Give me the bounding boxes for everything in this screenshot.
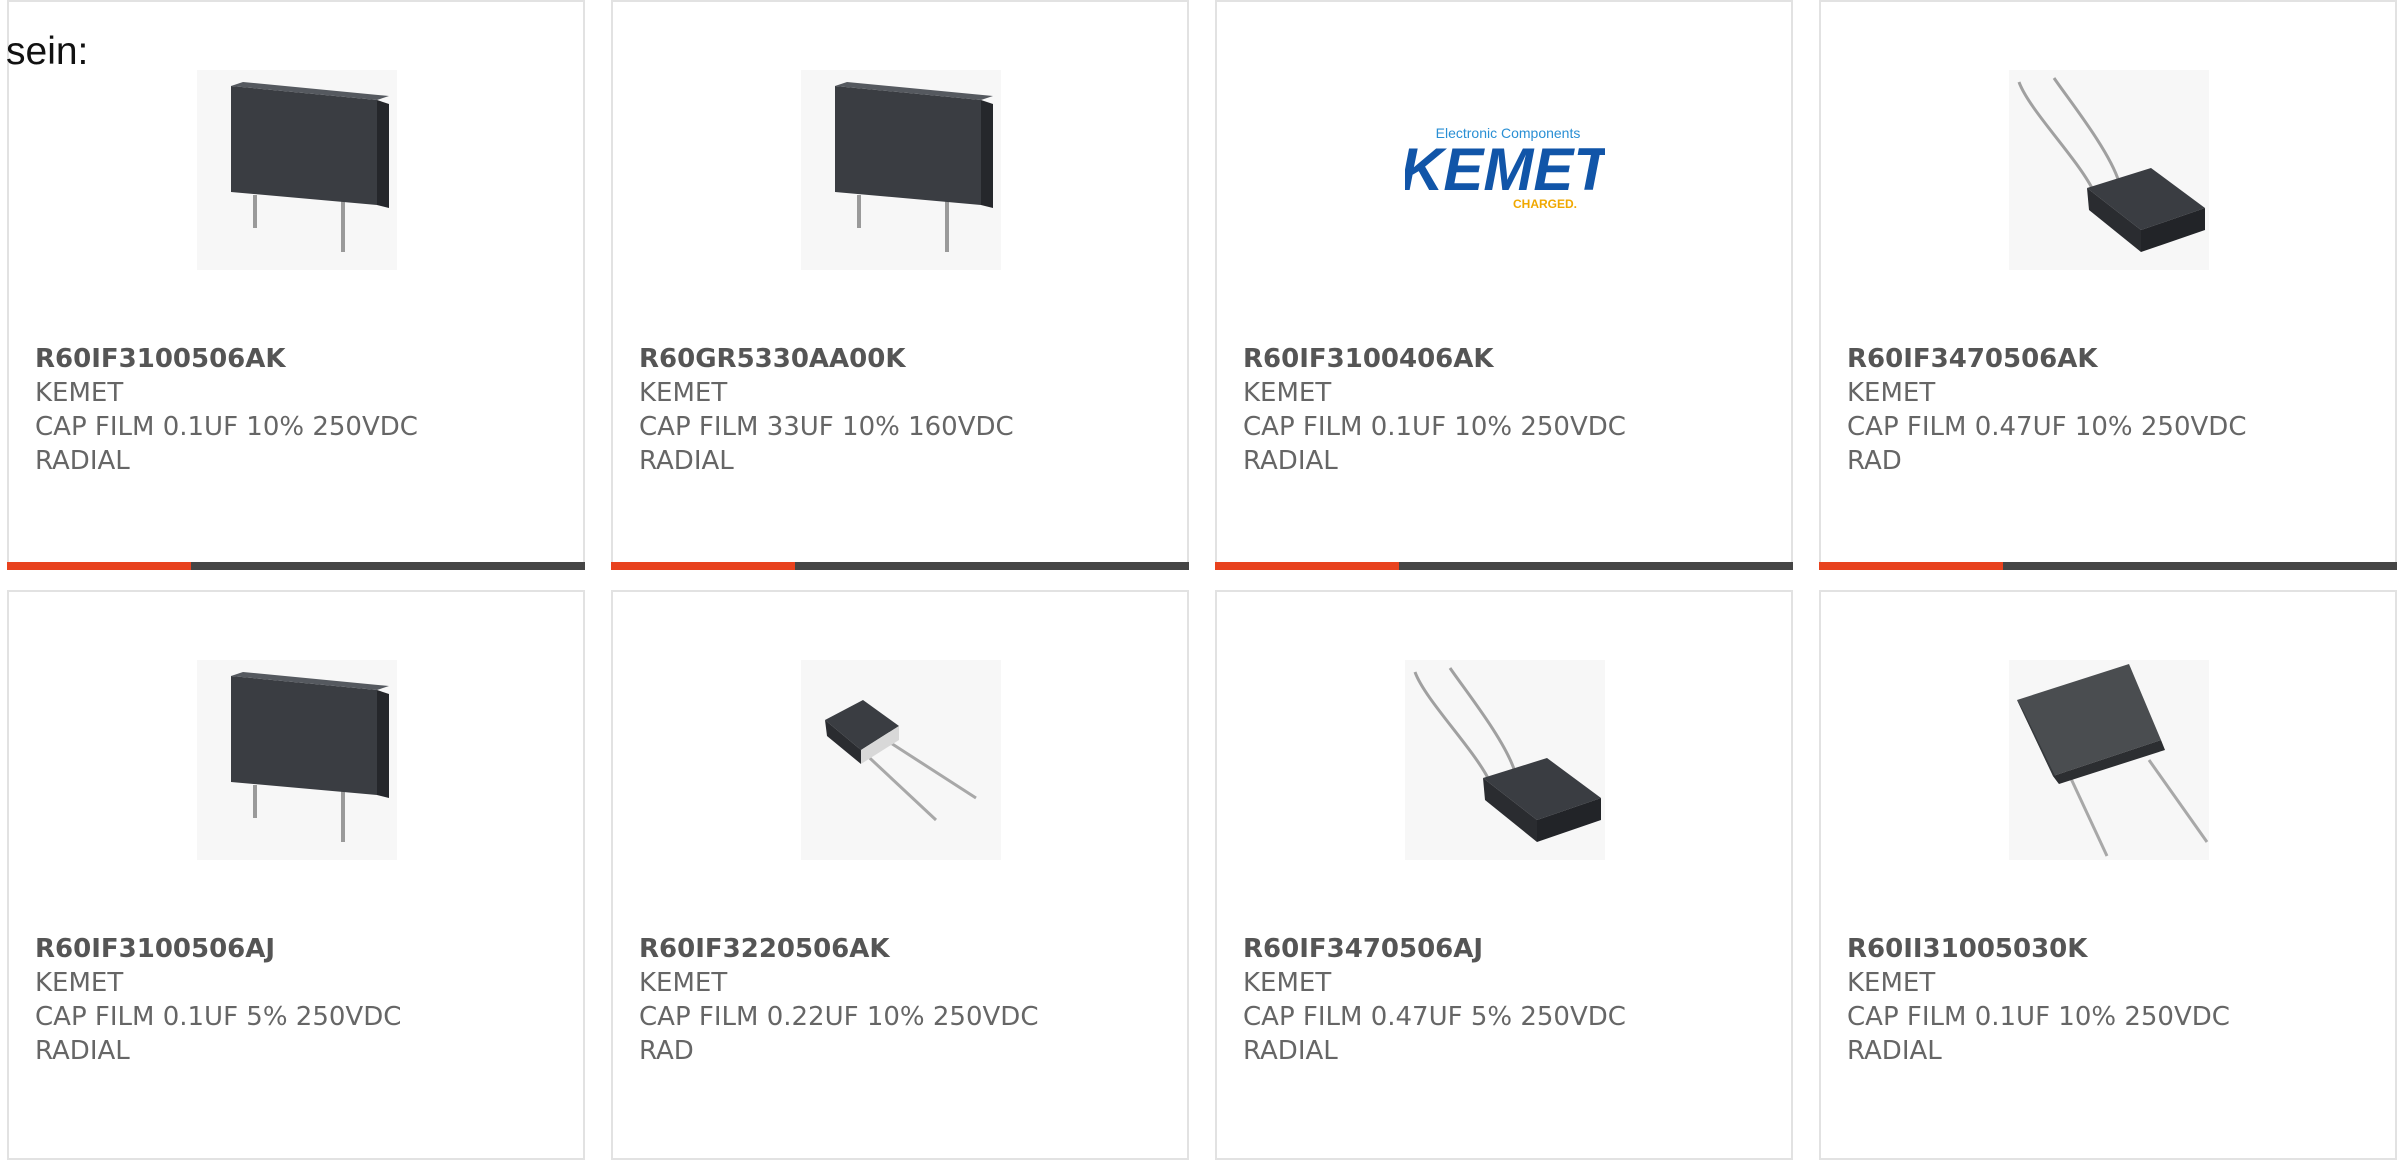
description-line: CAP FILM 0.1UF 10% 250VDC: [1243, 412, 1626, 442]
card-accent-bar: [1819, 562, 2003, 570]
part-number-link[interactable]: R60IF3470506AK: [1847, 342, 2375, 376]
description-line: RAD: [1847, 446, 1902, 476]
card-accent-bar: [1215, 562, 1399, 570]
manufacturer-label: KEMET: [639, 968, 728, 998]
product-image-upright-capacitor[interactable]: [197, 70, 397, 270]
product-image-upright-capacitor[interactable]: [197, 660, 397, 860]
product-card[interactable]: R60IF3100506AJ KEMET CAP FILM 0.1UF 5% 2…: [7, 590, 585, 1160]
description-line: RADIAL: [1243, 1036, 1338, 1066]
manufacturer-label: KEMET: [1243, 378, 1332, 408]
description-line: CAP FILM 0.47UF 5% 250VDC: [1243, 1002, 1626, 1032]
product-image-upright-capacitor[interactable]: [801, 70, 1001, 270]
part-number-link[interactable]: R60IF3100506AK: [35, 342, 563, 376]
description-line: CAP FILM 0.47UF 10% 250VDC: [1847, 412, 2247, 442]
product-card[interactable]: R60IF3220506AK KEMET CAP FILM 0.22UF 10%…: [611, 590, 1189, 1160]
product-card[interactable]: R60IF3100506AK KEMET CAP FILM 0.1UF 10% …: [7, 0, 585, 570]
manufacturer-label: KEMET: [35, 378, 124, 408]
manufacturer-label: KEMET: [1847, 968, 1936, 998]
part-number-link[interactable]: R60IF3100506AJ: [35, 932, 563, 966]
intro-text: sein:: [6, 30, 89, 73]
product-card[interactable]: Electronic Components KEMET CHARGED. R60…: [1215, 0, 1793, 570]
part-number-link[interactable]: R60IF3100406AK: [1243, 342, 1771, 376]
card-bottom-bar: [611, 562, 1189, 570]
description-line: RADIAL: [639, 446, 734, 476]
product-image-tilted-capacitor[interactable]: [2009, 70, 2209, 270]
description-line: CAP FILM 0.1UF 5% 250VDC: [35, 1002, 402, 1032]
manufacturer-label: KEMET: [639, 378, 728, 408]
card-accent-bar: [611, 562, 795, 570]
description-line: RAD: [639, 1036, 694, 1066]
part-number-link[interactable]: R60IF3470506AJ: [1243, 932, 1771, 966]
description-line: CAP FILM 33UF 10% 160VDC: [639, 412, 1014, 442]
card-bottom-bar: [7, 562, 585, 570]
manufacturer-label: KEMET: [1847, 378, 1936, 408]
product-image-kemet-logo[interactable]: Electronic Components KEMET CHARGED.: [1405, 70, 1605, 270]
description-line: CAP FILM 0.22UF 10% 250VDC: [639, 1002, 1039, 1032]
product-card[interactable]: R60IF3470506AJ KEMET CAP FILM 0.47UF 5% …: [1215, 590, 1793, 1160]
logo-name: KEMET: [1405, 136, 1605, 203]
product-card[interactable]: R60IF3470506AK KEMET CAP FILM 0.47UF 10%…: [1819, 0, 2397, 570]
card-accent-bar: [7, 562, 191, 570]
part-number-link[interactable]: R60II31005030K: [1847, 932, 2375, 966]
description-line: RADIAL: [35, 1036, 130, 1066]
product-image-small-capacitor[interactable]: [801, 660, 1001, 860]
card-bottom-bar: [1819, 562, 2397, 570]
product-card[interactable]: R60GR5330AA00K KEMET CAP FILM 33UF 10% 1…: [611, 0, 1189, 570]
product-image-tilted-capacitor[interactable]: [2009, 660, 2209, 860]
description-line: RADIAL: [1243, 446, 1338, 476]
product-image-tilted-capacitor[interactable]: [1405, 660, 1605, 860]
description-line: RADIAL: [35, 446, 130, 476]
description-line: CAP FILM 0.1UF 10% 250VDC: [1847, 1002, 2230, 1032]
manufacturer-label: KEMET: [35, 968, 124, 998]
part-number-link[interactable]: R60IF3220506AK: [639, 932, 1167, 966]
description-line: RADIAL: [1847, 1036, 1942, 1066]
description-line: CAP FILM 0.1UF 10% 250VDC: [35, 412, 418, 442]
logo-slogan: CHARGED.: [1513, 197, 1577, 211]
manufacturer-label: KEMET: [1243, 968, 1332, 998]
part-number-link[interactable]: R60GR5330AA00K: [639, 342, 1167, 376]
product-card[interactable]: R60II31005030K KEMET CAP FILM 0.1UF 10% …: [1819, 590, 2397, 1160]
card-bottom-bar: [1215, 562, 1793, 570]
